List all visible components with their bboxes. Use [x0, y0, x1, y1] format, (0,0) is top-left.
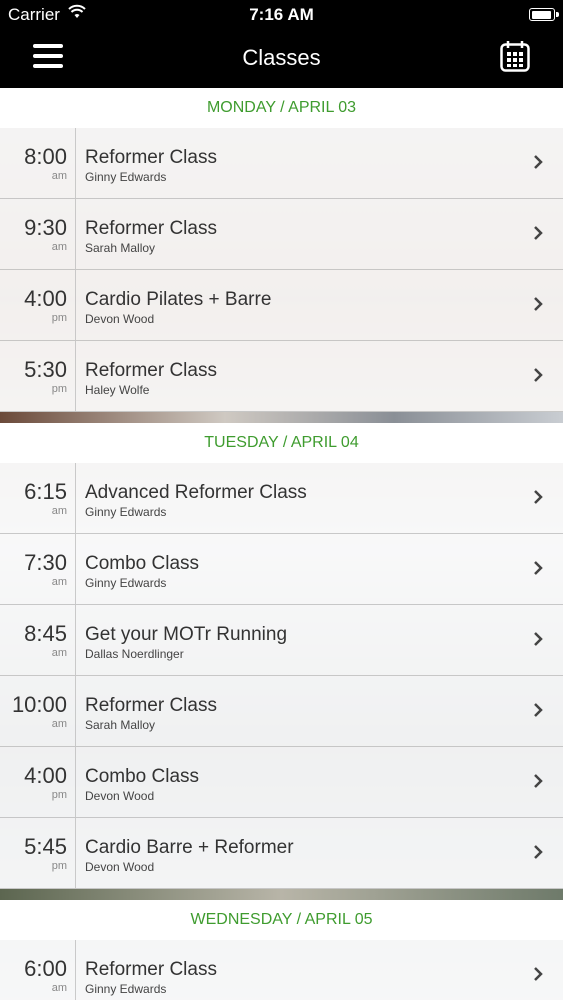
- class-ampm: am: [51, 982, 67, 994]
- time-column: 4:00 pm: [0, 747, 76, 817]
- class-row[interactable]: 9:30 am Reformer Class Sarah Malloy: [0, 199, 563, 270]
- class-name: Reformer Class: [85, 147, 217, 168]
- background-strip: [0, 412, 563, 423]
- class-instructor: Ginny Edwards: [85, 576, 167, 590]
- chevron-right-icon: [534, 632, 543, 646]
- chevron-right-icon: [534, 845, 543, 859]
- class-instructor: Devon Wood: [85, 312, 155, 326]
- class-ampm: am: [51, 170, 67, 182]
- class-name: Combo Class: [85, 553, 200, 574]
- class-name: Get your MOTr Running: [85, 624, 288, 645]
- class-time: 9:30: [24, 215, 67, 240]
- class-row[interactable]: 10:00 am Reformer Class Sarah Malloy: [0, 676, 563, 747]
- chevron-right-icon: [534, 490, 543, 504]
- class-ampm: pm: [51, 312, 67, 324]
- class-instructor: Sarah Malloy: [85, 241, 156, 255]
- time-column: 7:30 am: [0, 534, 76, 604]
- class-row[interactable]: 5:30 pm Reformer Class Haley Wolfe: [0, 341, 563, 412]
- time-column: 8:45 am: [0, 605, 76, 675]
- class-row[interactable]: 6:00 am Reformer Class Ginny Edwards: [0, 940, 563, 1000]
- day-header: MONDAY / APRIL 03: [0, 88, 563, 128]
- class-ampm: am: [51, 505, 67, 517]
- class-name: Advanced Reformer Class: [85, 482, 307, 503]
- class-name: Reformer Class: [85, 959, 217, 980]
- chevron-right-icon: [534, 774, 543, 788]
- status-time: 7:16 AM: [249, 5, 314, 24]
- chevron-right-icon: [534, 297, 543, 311]
- class-time: 10:00: [11, 692, 67, 717]
- class-time: 6:00: [24, 956, 67, 981]
- class-name: Cardio Barre + Reformer: [85, 837, 294, 858]
- class-name: Reformer Class: [85, 695, 217, 716]
- day-header: WEDNESDAY / APRIL 05: [0, 900, 563, 940]
- class-ampm: pm: [51, 789, 67, 801]
- calendar-icon[interactable]: [500, 40, 530, 72]
- class-time: 6:15: [24, 479, 67, 504]
- class-ampm: am: [51, 718, 67, 730]
- chevron-right-icon: [534, 967, 543, 981]
- time-column: 4:00 pm: [0, 270, 76, 340]
- class-time: 7:30: [24, 550, 67, 575]
- class-row[interactable]: 4:00 pm Combo Class Devon Wood: [0, 747, 563, 818]
- class-instructor: Ginny Edwards: [85, 982, 167, 996]
- class-time: 8:45: [24, 621, 67, 646]
- time-column: 10:00 am: [0, 676, 76, 746]
- class-row[interactable]: 4:00 pm Cardio Pilates + Barre Devon Woo…: [0, 270, 563, 341]
- class-instructor: Devon Wood: [85, 789, 155, 803]
- class-row[interactable]: 5:45 pm Cardio Barre + Reformer Devon Wo…: [0, 818, 563, 889]
- class-instructor: Ginny Edwards: [85, 505, 167, 519]
- class-time: 4:00: [24, 286, 67, 311]
- class-name: Cardio Pilates + Barre: [85, 289, 272, 310]
- class-ampm: am: [51, 576, 67, 588]
- time-column: 9:30 am: [0, 199, 76, 269]
- class-row[interactable]: 8:45 am Get your MOTr Running Dallas Noe…: [0, 605, 563, 676]
- time-column: 6:00 am: [0, 940, 76, 1000]
- class-time: 4:00: [24, 763, 67, 788]
- class-name: Reformer Class: [85, 218, 217, 239]
- class-list[interactable]: MONDAY / APRIL 03 8:00 am Reformer Class…: [0, 88, 563, 1000]
- class-row[interactable]: 6:15 am Advanced Reformer Class Ginny Ed…: [0, 463, 563, 534]
- chevron-right-icon: [534, 368, 543, 382]
- class-ampm: am: [51, 647, 67, 659]
- class-row[interactable]: 7:30 am Combo Class Ginny Edwards: [0, 534, 563, 605]
- chevron-right-icon: [534, 226, 543, 240]
- chevron-right-icon: [534, 561, 543, 575]
- class-ampm: am: [51, 241, 67, 253]
- class-instructor: Haley Wolfe: [85, 383, 150, 397]
- class-instructor: Sarah Malloy: [85, 718, 156, 732]
- class-instructor: Devon Wood: [85, 860, 155, 874]
- status-bar: Carrier 7:16 AM: [0, 0, 563, 30]
- page-title: Classes: [242, 45, 321, 70]
- day-header: TUESDAY / APRIL 04: [0, 423, 563, 463]
- chevron-right-icon: [534, 703, 543, 717]
- class-name: Reformer Class: [85, 360, 217, 381]
- time-column: 6:15 am: [0, 463, 76, 533]
- time-column: 5:30 pm: [0, 341, 76, 411]
- class-instructor: Dallas Noerdlinger: [85, 647, 184, 661]
- class-name: Combo Class: [85, 766, 200, 787]
- battery-icon: [529, 8, 559, 21]
- class-time: 5:45: [24, 834, 67, 859]
- time-column: 5:45 pm: [0, 818, 76, 888]
- class-time: 5:30: [24, 357, 67, 382]
- class-ampm: pm: [51, 383, 67, 395]
- class-row[interactable]: 8:00 am Reformer Class Ginny Edwards: [0, 128, 563, 199]
- nav-bar: Classes: [0, 30, 563, 88]
- background-strip: [0, 889, 563, 900]
- time-column: 8:00 am: [0, 128, 76, 198]
- chevron-right-icon: [534, 155, 543, 169]
- class-instructor: Ginny Edwards: [85, 170, 167, 184]
- class-ampm: pm: [51, 860, 67, 872]
- class-time: 8:00: [24, 144, 67, 169]
